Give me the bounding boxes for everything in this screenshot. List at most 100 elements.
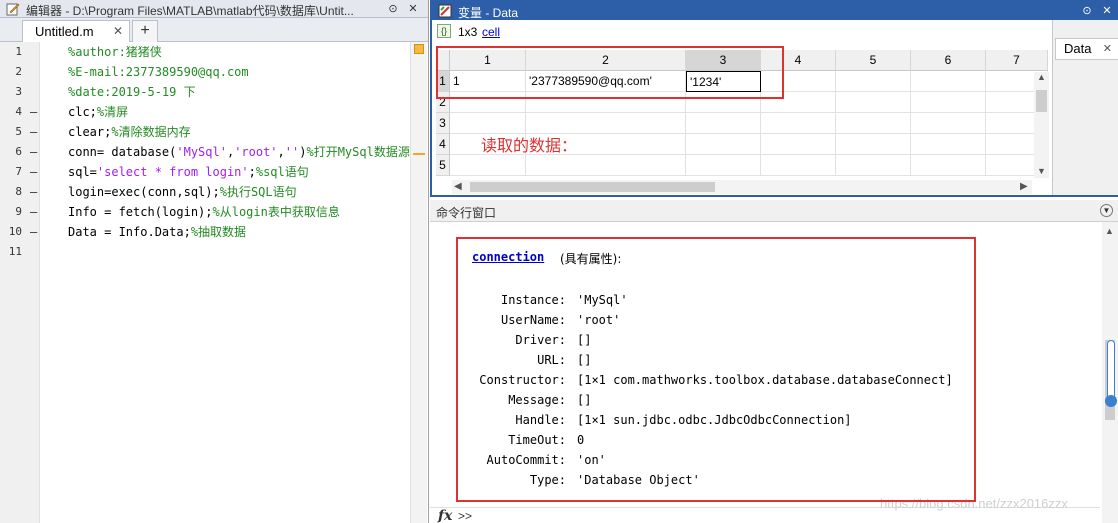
code-line[interactable]: 3 %date:2019-5-19 下 xyxy=(0,82,410,102)
code-token: 'select * from login' xyxy=(96,165,249,179)
tab-data-close-icon[interactable]: ✕ xyxy=(1103,39,1112,59)
grid-vertical-scrollbar[interactable]: ▲ ▼ xyxy=(1034,72,1049,178)
breakpoint-marker[interactable]: — xyxy=(30,202,37,222)
tab-untitled[interactable]: Untitled.m ✕ xyxy=(22,20,130,42)
variables-title: 变量 - Data xyxy=(458,6,519,20)
code-line[interactable]: 11 xyxy=(0,242,410,262)
column-header[interactable]: 7 xyxy=(986,50,1048,71)
code-token: login=exec(conn,sql); xyxy=(68,185,220,199)
editor-actions-icon[interactable]: ⊙ xyxy=(386,2,400,16)
grid-cell[interactable] xyxy=(911,71,986,92)
line-number: 6 xyxy=(15,145,22,158)
code-token: , xyxy=(277,145,285,159)
scroll-down-icon[interactable]: ▼ xyxy=(1036,166,1047,176)
variables-close-icon[interactable]: ✕ xyxy=(1100,4,1114,18)
editor-close-icon[interactable]: ✕ xyxy=(406,2,420,16)
grid-cell[interactable] xyxy=(761,113,836,134)
grid-cell[interactable] xyxy=(526,155,686,176)
grid-horizontal-scrollbar[interactable]: ◀ ▶ xyxy=(452,180,1032,194)
breakpoint-marker[interactable]: — xyxy=(30,102,37,122)
editor-titlebar: 编辑器 - D:\Program Files\MATLAB\matlab代码\数… xyxy=(0,0,428,18)
breakpoint-marker[interactable]: — xyxy=(30,162,37,182)
tab-close-icon[interactable]: ✕ xyxy=(113,24,123,38)
row-header[interactable]: 5 xyxy=(436,155,450,176)
code-line[interactable]: 1 %author:猪猪侠 xyxy=(0,42,410,62)
code-line[interactable]: 2 %E-mail:2377389590@qq.com xyxy=(0,62,410,82)
code-token: %清屏 xyxy=(96,105,129,119)
code-token: sql= xyxy=(68,165,97,179)
code-text: %date:2019-5-19 下 xyxy=(68,82,196,102)
editor-title: 编辑器 - D:\Program Files\MATLAB\matlab代码\数… xyxy=(26,4,354,18)
grid-cell[interactable] xyxy=(761,134,836,155)
code-line[interactable]: 8 — login=exec(conn,sql);%执行SQL语句 xyxy=(0,182,410,202)
line-number: 8 xyxy=(15,185,22,198)
code-text: clear;%清除数据内存 xyxy=(68,122,191,142)
grid-cell[interactable] xyxy=(911,92,986,113)
code-line[interactable]: 10 — Data = Info.Data;%抽取数据 xyxy=(0,222,410,242)
grid-cell[interactable] xyxy=(450,113,526,134)
column-header[interactable]: 5 xyxy=(836,50,911,71)
prompt-symbol: >> xyxy=(458,509,473,523)
breakpoint-marker[interactable]: — xyxy=(30,182,37,202)
code-text: sql='select * from login';%sql语句 xyxy=(68,162,309,182)
warning-indicator-icon[interactable] xyxy=(414,44,424,54)
grid-cell[interactable] xyxy=(836,71,911,92)
code-token: %author:猪猪侠 xyxy=(68,45,162,59)
fx-icon[interactable]: fx xyxy=(438,508,452,523)
scroll-up-icon[interactable]: ▲ xyxy=(1036,72,1047,82)
code-line[interactable]: 5 — clear;%清除数据内存 xyxy=(0,122,410,142)
grid-cell[interactable] xyxy=(450,155,526,176)
code-token: clear; xyxy=(68,125,112,139)
column-header[interactable]: 6 xyxy=(911,50,986,71)
tab-data[interactable]: Data ✕ xyxy=(1055,38,1118,60)
tab-label: Untitled.m xyxy=(35,24,94,39)
grid-cell[interactable] xyxy=(911,155,986,176)
breakpoint-marker[interactable]: — xyxy=(30,122,37,142)
command-window-actions-icon[interactable]: ▼ xyxy=(1100,204,1113,217)
cmd-scroll-up-icon[interactable]: ▲ xyxy=(1105,226,1114,236)
grid-cell[interactable] xyxy=(686,155,761,176)
highlight-box-data xyxy=(436,46,784,99)
annotation-note: 读取的数据： xyxy=(481,136,578,155)
grid-cell[interactable] xyxy=(686,134,761,155)
variables-actions-icon[interactable]: ⊙ xyxy=(1080,4,1094,18)
grid-cell[interactable] xyxy=(836,134,911,155)
code-line[interactable]: 7 — sql='select * from login';%sql语句 xyxy=(0,162,410,182)
grid-cell[interactable] xyxy=(761,155,836,176)
code-line[interactable]: 4 — clc;%清屏 xyxy=(0,102,410,122)
code-token: %打开MySql数据源( xyxy=(306,145,418,159)
code-token: %从login表中获取信息 xyxy=(212,205,340,219)
row-header[interactable]: 4 xyxy=(436,134,450,155)
grid-cell[interactable] xyxy=(836,155,911,176)
code-text: login=exec(conn,sql);%执行SQL语句 xyxy=(68,182,297,202)
highlight-box-properties xyxy=(456,237,976,502)
scroll-thumb[interactable] xyxy=(1036,90,1047,112)
grid-cell[interactable] xyxy=(526,113,686,134)
code-token: ; xyxy=(248,165,256,179)
scroll-left-icon[interactable]: ◀ xyxy=(454,180,462,194)
code-line[interactable]: 6 — conn= database('MySql','root','')%打开My… xyxy=(0,142,417,162)
grid-cell[interactable] xyxy=(836,92,911,113)
hscroll-thumb[interactable] xyxy=(470,182,715,192)
row-header[interactable]: 3 xyxy=(436,113,450,134)
code-scrollbar[interactable] xyxy=(410,42,427,523)
variable-class-link[interactable]: cell xyxy=(482,25,500,39)
code-text: conn= database('MySql','root','')%打开MySq… xyxy=(68,142,417,162)
breakpoint-marker[interactable]: — xyxy=(30,222,37,242)
variable-size: 1x3 xyxy=(458,25,478,39)
line-number: 10 xyxy=(8,225,22,238)
warning-marker[interactable] xyxy=(413,153,425,155)
grid-cell[interactable] xyxy=(911,113,986,134)
add-tab-button[interactable]: + xyxy=(132,20,158,42)
code-line[interactable]: 9 — Info = fetch(login);%从login表中获取信息 xyxy=(0,202,410,222)
code-area[interactable]: 1 %author:猪猪侠 2 %E-mail:2377389590@qq.com 3%… xyxy=(0,42,428,523)
line-number: 5 xyxy=(15,125,22,138)
grid-cell[interactable] xyxy=(836,113,911,134)
grid-cell[interactable] xyxy=(686,113,761,134)
editor-pane: 编辑器 - D:\Program Files\MATLAB\matlab代码\数… xyxy=(0,0,429,523)
code-token: %sql语句 xyxy=(255,165,309,179)
grid-cell[interactable] xyxy=(911,134,986,155)
editor-tabbar: Untitled.m ✕ + xyxy=(0,18,428,42)
scroll-right-icon[interactable]: ▶ xyxy=(1020,180,1028,194)
breakpoint-marker[interactable]: — xyxy=(30,142,37,162)
